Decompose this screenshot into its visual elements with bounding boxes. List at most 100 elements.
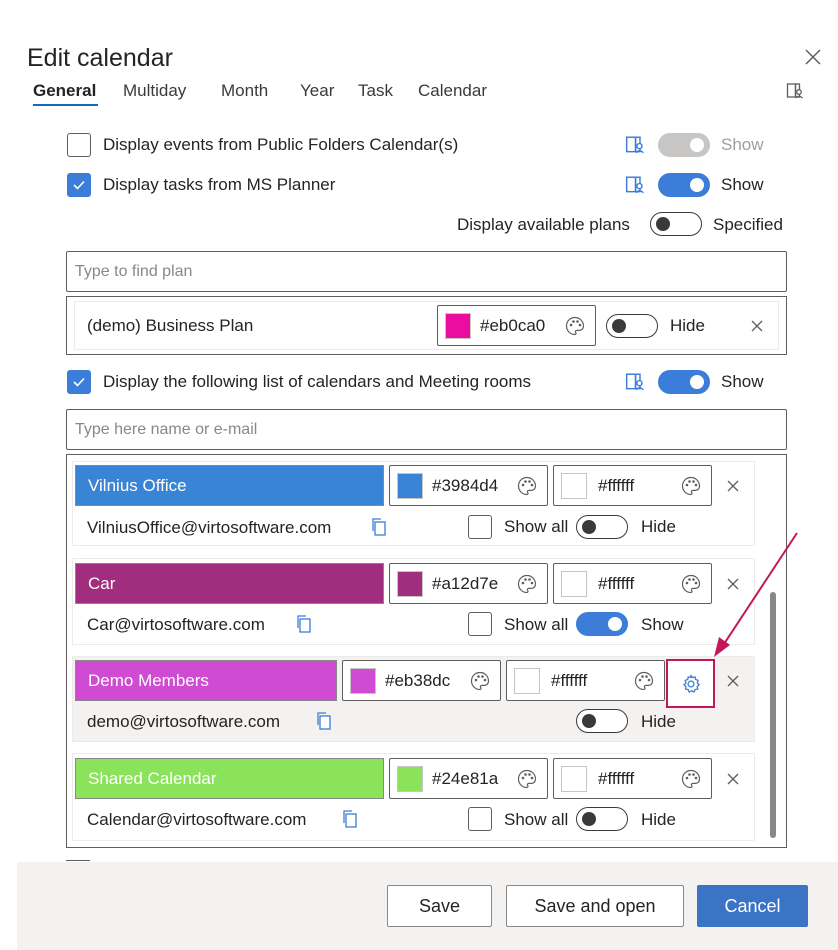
color-swatch [561, 571, 587, 597]
plan-visibility-toggle[interactable] [606, 314, 658, 338]
show-all-checkbox[interactable] [468, 807, 492, 831]
cancel-button[interactable]: Cancel [697, 885, 808, 927]
active-tab-indicator [33, 104, 98, 106]
calendars-option-label: Display the following list of calendars … [103, 372, 532, 391]
calendars-toggle[interactable] [658, 370, 710, 394]
remove-icon[interactable] [725, 478, 741, 494]
plan-search-placeholder: Type to find plan [75, 262, 193, 280]
background-color-hex: #a12d7e [432, 574, 499, 593]
calendar-name-bar[interactable]: Demo Members [75, 660, 337, 701]
planner-checkbox[interactable] [67, 173, 91, 197]
text-color-picker[interactable]: #ffffff [553, 758, 712, 799]
text-color-picker[interactable]: #ffffff [553, 563, 712, 604]
copy-icon[interactable] [341, 809, 359, 834]
gear-icon [682, 674, 700, 693]
tab-multiday[interactable]: Multiday [123, 81, 186, 101]
calendars-checkbox[interactable] [67, 370, 91, 394]
text-color-hex: #ffffff [598, 476, 635, 495]
calendar-name-bar[interactable]: Car [75, 563, 384, 604]
calendar-visibility-toggle[interactable] [576, 807, 628, 831]
color-swatch [514, 668, 540, 694]
plan-search-input[interactable]: Type to find plan [66, 251, 787, 292]
color-swatch [350, 668, 376, 694]
remove-icon[interactable] [725, 771, 741, 787]
remove-icon[interactable] [725, 673, 741, 689]
text-color-hex: #ffffff [598, 769, 635, 788]
book-person-icon[interactable] [625, 135, 645, 160]
plans-option-toggle-label: Specified [713, 215, 783, 234]
palette-icon[interactable] [469, 670, 491, 692]
tab-general[interactable]: General [33, 81, 96, 101]
background-color-picker[interactable]: #eb38dc [342, 660, 501, 701]
calendar-search-placeholder: Type here name or e-mail [75, 420, 258, 438]
close-icon[interactable] [802, 46, 824, 68]
copy-icon[interactable] [295, 614, 313, 639]
calendar-visibility-toggle[interactable] [576, 515, 628, 539]
show-all-checkbox[interactable] [468, 612, 492, 636]
calendar-email: demo@virtosoftware.com [87, 712, 280, 731]
planner-label: Display tasks from MS Planner [103, 175, 336, 194]
settings-button[interactable] [666, 659, 715, 708]
check-icon [73, 377, 85, 387]
planner-toggle-label: Show [721, 175, 764, 194]
plan-color-picker[interactable]: #eb0ca0 [437, 305, 596, 346]
calendar-name: Demo Members [88, 670, 209, 690]
color-swatch [397, 571, 423, 597]
background-color-hex: #eb38dc [385, 671, 451, 690]
book-person-icon[interactable] [786, 82, 804, 105]
color-swatch [561, 766, 587, 792]
copy-icon[interactable] [315, 711, 333, 736]
calendar-search-input[interactable]: Type here name or e-mail [66, 409, 787, 450]
calendar-email: Calendar@virtosoftware.com [87, 810, 307, 829]
text-color-picker[interactable]: #ffffff [506, 660, 665, 701]
calendar-name-bar[interactable]: Vilnius Office [75, 465, 384, 506]
calendar-name: Car [88, 573, 116, 593]
book-person-icon[interactable] [625, 372, 645, 397]
palette-icon[interactable] [680, 475, 702, 497]
planner-toggle[interactable] [658, 173, 710, 197]
tab-task[interactable]: Task [358, 81, 393, 101]
tab-year[interactable]: Year [300, 81, 334, 101]
calendars-toggle-label: Show [721, 372, 764, 391]
save-and-open-button[interactable]: Save and open [506, 885, 684, 927]
background-color-picker[interactable]: #24e81a [389, 758, 548, 799]
calendar-toggle-label: Show [641, 615, 684, 634]
color-swatch [445, 313, 471, 339]
calendar-name: Vilnius Office [88, 475, 187, 495]
public-folders-label: Display events from Public Folders Calen… [103, 135, 459, 154]
palette-icon[interactable] [680, 768, 702, 790]
calendar-visibility-toggle[interactable] [576, 709, 628, 733]
plans-option-toggle[interactable] [650, 212, 702, 236]
save-button[interactable]: Save [387, 885, 492, 927]
annotation-arrow [714, 532, 798, 657]
palette-icon[interactable] [564, 315, 586, 337]
color-swatch [561, 473, 587, 499]
text-color-hex: #ffffff [598, 574, 635, 593]
palette-icon[interactable] [516, 573, 538, 595]
tab-month[interactable]: Month [221, 81, 268, 101]
plans-option-label: Display available plans [457, 215, 630, 234]
copy-icon[interactable] [370, 517, 388, 542]
color-swatch [397, 473, 423, 499]
calendar-email: Car@virtosoftware.com [87, 615, 265, 634]
background-color-picker[interactable]: #3984d4 [389, 465, 548, 506]
show-all-checkbox[interactable] [468, 515, 492, 539]
calendar-name-bar[interactable]: Shared Calendar [75, 758, 384, 799]
text-color-hex: #ffffff [551, 671, 588, 690]
palette-icon[interactable] [633, 670, 655, 692]
show-all-label: Show all [504, 517, 569, 536]
public-folders-checkbox[interactable] [67, 133, 91, 157]
remove-icon[interactable] [749, 318, 765, 334]
calendar-email: VilniusOffice@virtosoftware.com [87, 518, 332, 537]
public-folders-toggle[interactable] [658, 133, 710, 157]
book-person-icon[interactable] [625, 175, 645, 200]
text-color-picker[interactable]: #ffffff [553, 465, 712, 506]
background-color-hex: #3984d4 [432, 476, 499, 495]
palette-icon[interactable] [516, 475, 538, 497]
calendar-toggle-label: Hide [641, 712, 676, 731]
background-color-picker[interactable]: #a12d7e [389, 563, 548, 604]
calendar-visibility-toggle[interactable] [576, 612, 628, 636]
palette-icon[interactable] [680, 573, 702, 595]
tab-calendar[interactable]: Calendar [418, 81, 487, 101]
palette-icon[interactable] [516, 768, 538, 790]
